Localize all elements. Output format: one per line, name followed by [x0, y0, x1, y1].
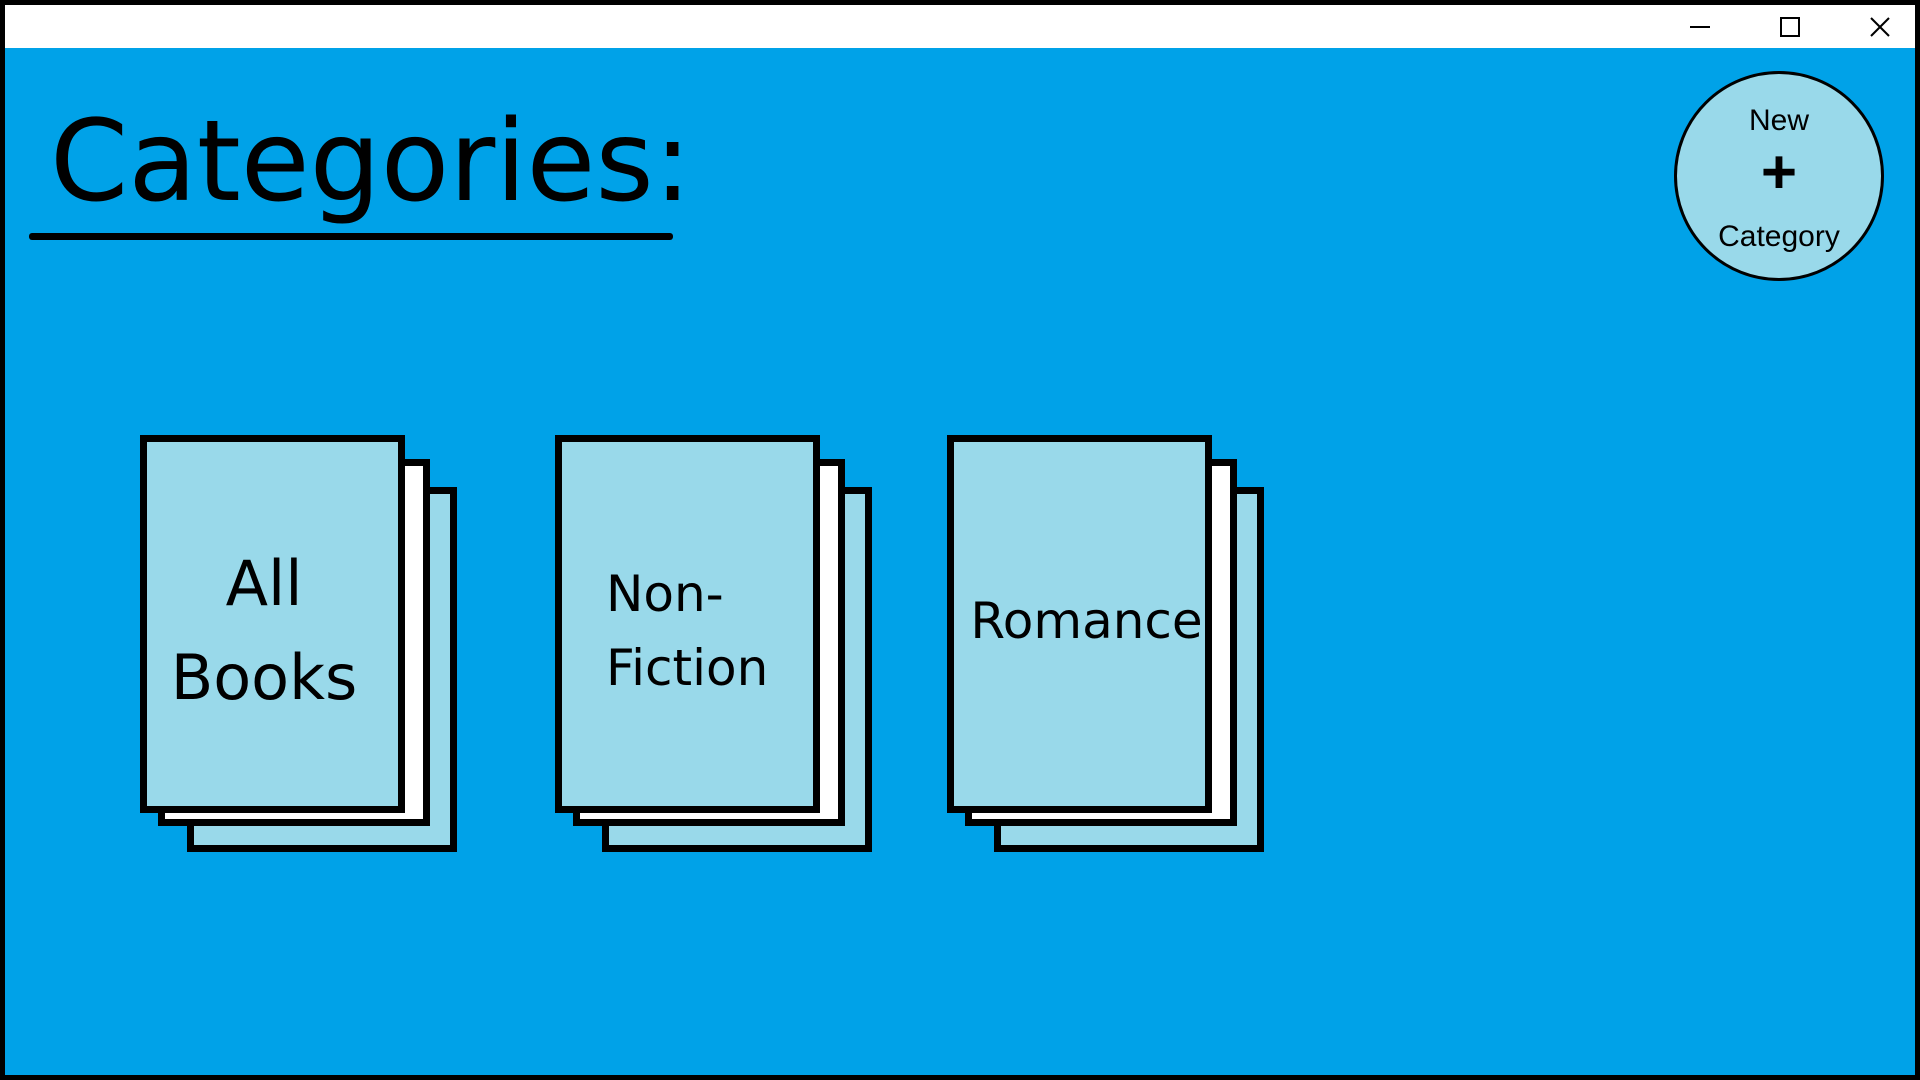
category-label: All Books [170, 547, 358, 714]
close-button[interactable] [1845, 5, 1915, 48]
maximize-icon [1780, 16, 1800, 37]
new-category-label-top: New [1748, 104, 1809, 137]
card-front-page: All Books [140, 435, 405, 813]
category-label: Non-Fiction [606, 565, 769, 697]
minimize-button[interactable] [1665, 5, 1735, 48]
card-front-page: Romance [947, 435, 1212, 813]
plus-icon: + [1760, 138, 1798, 207]
app-window: Categories: New + Category All Books Non… [5, 5, 1915, 1075]
title-bar[interactable] [5, 5, 1915, 48]
maximize-button[interactable] [1755, 5, 1825, 48]
close-icon [1870, 16, 1890, 37]
category-card-all-books[interactable]: All Books [140, 435, 460, 855]
new-category-button[interactable]: New + Category [1674, 71, 1884, 281]
category-card-non-fiction[interactable]: Non-Fiction [555, 435, 875, 855]
new-category-label-bottom: Category [1718, 220, 1840, 253]
title-underline [29, 233, 673, 240]
card-front-page: Non-Fiction [555, 435, 820, 813]
category-card-romance[interactable]: Romance [947, 435, 1267, 855]
minimize-icon [1690, 25, 1710, 28]
category-label: Romance [970, 592, 1203, 650]
page-title: Categories: [50, 97, 692, 227]
